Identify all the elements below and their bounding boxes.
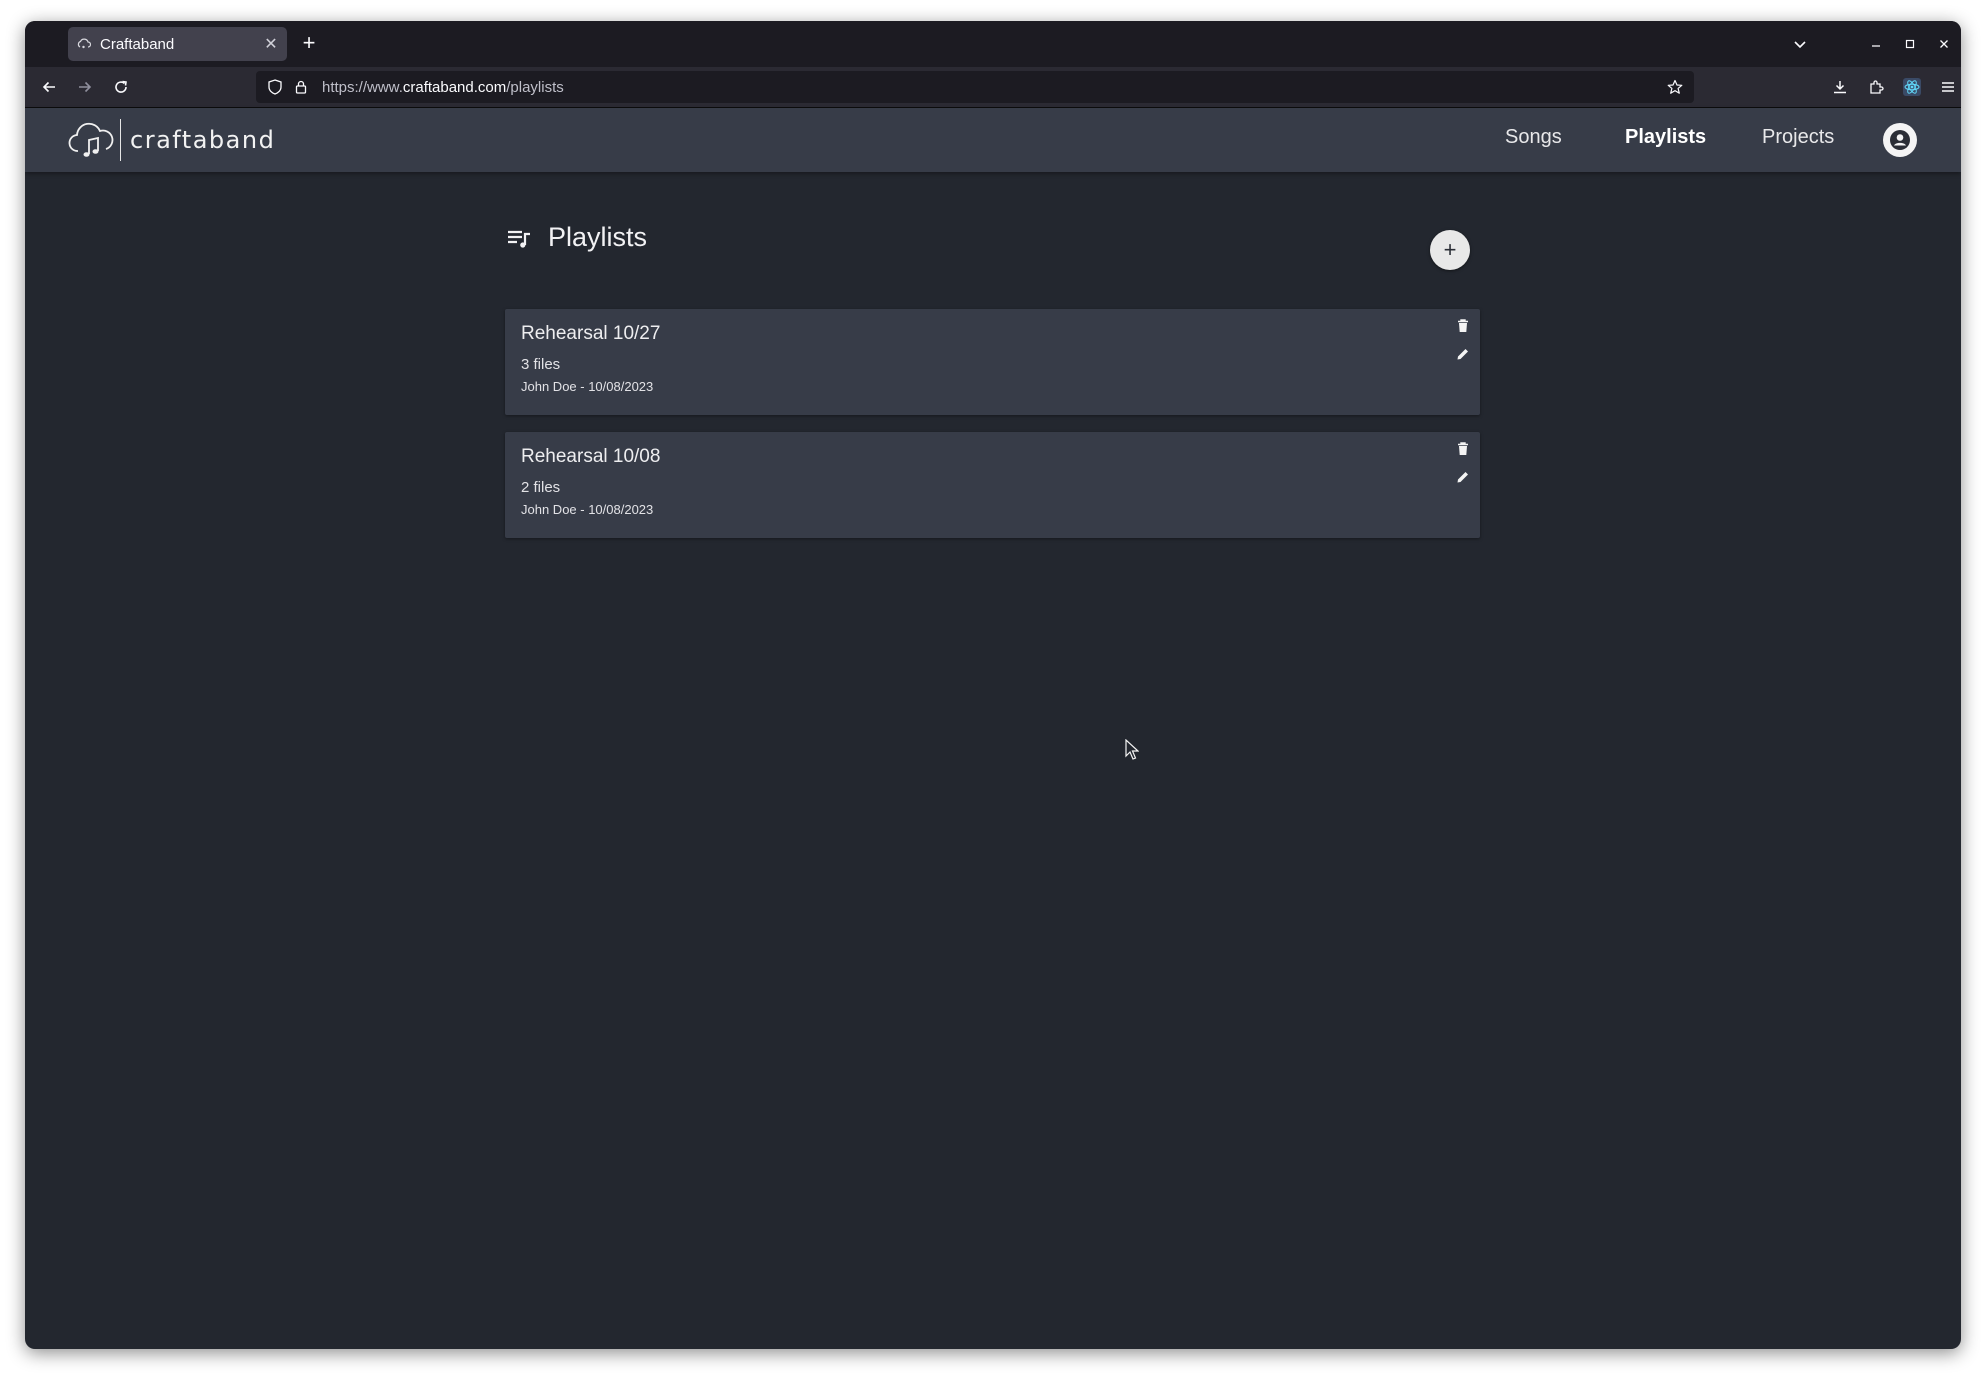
- playlist-title[interactable]: Rehearsal 10/27: [521, 323, 660, 345]
- star-icon[interactable]: [1664, 76, 1686, 98]
- arrow-left-icon[interactable]: [37, 75, 61, 99]
- playlist-file-count: 2 files: [521, 479, 561, 496]
- maximize-icon[interactable]: [1899, 33, 1921, 55]
- playlist-card[interactable]: Rehearsal 10/08 2 files John Doe - 10/08…: [505, 432, 1480, 538]
- extension-react-icon[interactable]: [1900, 75, 1924, 99]
- trash-icon[interactable]: [1452, 315, 1474, 337]
- url-domain: craftaband.com: [402, 78, 507, 96]
- craftaband-logo[interactable]: craftaband: [68, 118, 275, 162]
- playlist-title[interactable]: Rehearsal 10/08: [521, 446, 660, 468]
- pencil-icon[interactable]: [1452, 343, 1474, 365]
- url-prefix: https://www.: [322, 78, 403, 96]
- url-bar[interactable]: https://www.craftaband.com/playlists: [256, 71, 1694, 103]
- url-path: /playlists: [506, 78, 564, 96]
- tab-strip: Craftaband ✕ +: [25, 21, 1961, 67]
- lock-icon[interactable]: [290, 76, 312, 98]
- cloud-music-icon: [68, 122, 114, 157]
- add-playlist-button[interactable]: +: [1430, 230, 1470, 270]
- hamburger-menu-icon[interactable]: [1936, 75, 1960, 99]
- pencil-icon[interactable]: [1452, 466, 1474, 488]
- puzzle-icon[interactable]: [1864, 75, 1888, 99]
- mouse-cursor-icon: [1125, 739, 1139, 760]
- browser-tab[interactable]: Craftaband ✕: [68, 27, 287, 61]
- page-title: Playlists: [548, 222, 648, 252]
- main-content: Playlists + Rehearsal 10/27 3 files John…: [25, 172, 1961, 1349]
- chevron-down-icon[interactable]: [1789, 33, 1811, 55]
- minimize-icon[interactable]: [1865, 33, 1887, 55]
- nav-songs[interactable]: Songs: [1505, 126, 1562, 149]
- arrow-right-icon[interactable]: [73, 75, 97, 99]
- new-tab-icon[interactable]: +: [297, 32, 321, 56]
- account-icon[interactable]: [1883, 123, 1917, 157]
- page-heading: Playlists: [506, 222, 647, 253]
- nav-toolbar: https://www.craftaband.com/playlists: [25, 67, 1961, 108]
- url-text[interactable]: https://www.craftaband.com/playlists: [322, 79, 564, 96]
- shield-icon[interactable]: [264, 76, 286, 98]
- playlist-meta: John Doe - 10/08/2023: [521, 379, 654, 394]
- reload-icon[interactable]: [109, 75, 133, 99]
- playlist-card[interactable]: Rehearsal 10/27 3 files John Doe - 10/08…: [505, 309, 1480, 415]
- trash-icon[interactable]: [1452, 438, 1474, 460]
- playlist-music-icon: [508, 230, 530, 248]
- browser-window: Craftaband ✕ + https://www.craftaband.co…: [25, 21, 1961, 1349]
- logo-text: craftaband: [130, 126, 276, 154]
- app-header: craftaband Songs Playlists Projects: [25, 108, 1961, 172]
- logo-divider: [120, 119, 121, 161]
- playlist-file-count: 3 files: [521, 356, 561, 373]
- close-window-icon[interactable]: [1933, 33, 1955, 55]
- nav-projects[interactable]: Projects: [1762, 126, 1834, 149]
- tab-title: Craftaband: [100, 35, 175, 53]
- download-icon[interactable]: [1828, 75, 1852, 99]
- playlist-meta: John Doe - 10/08/2023: [521, 502, 654, 517]
- craftaband-favicon-icon: [76, 36, 92, 52]
- nav-playlists[interactable]: Playlists: [1625, 126, 1706, 149]
- close-tab-icon[interactable]: ✕: [259, 34, 283, 54]
